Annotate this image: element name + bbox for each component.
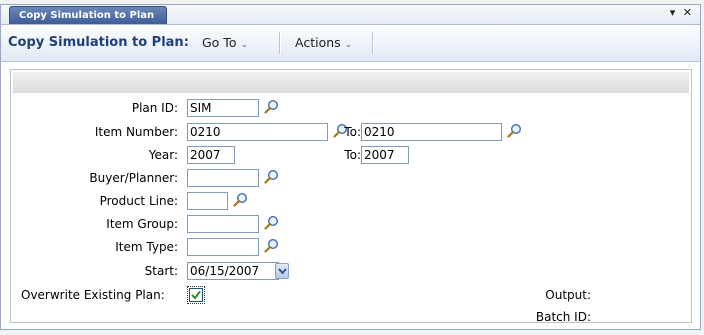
plan-id-label: Plan ID: [131,101,178,115]
year-to-field[interactable]: 2007 [361,146,409,164]
search-icon[interactable] [506,123,522,139]
output-label: Output: [545,288,591,302]
chevron-down-icon: ⌄ [344,40,353,50]
item-number-label: Item Number: [94,125,178,139]
item-type-field[interactable] [187,238,259,256]
product-line-field[interactable] [187,192,228,210]
product-line-label: Product Line: [99,194,178,208]
toolbar-separator [279,32,281,54]
plan-id-field[interactable]: SIM [187,99,259,117]
actions-menu-label: Actions [295,35,341,50]
checkmark-icon [191,290,201,300]
item-group-field[interactable] [187,215,259,233]
year-label: Year: [148,148,178,162]
window-menu-close-icon[interactable]: ▾ ✕ [670,6,694,19]
goto-menu[interactable]: Go To ⌄ [202,35,248,50]
window-controls[interactable]: ▾ ✕ [670,6,694,19]
buyer-planner-label: Buyer/Planner: [89,171,178,185]
chevron-down-icon [278,268,287,275]
goto-menu-label: Go To [202,35,237,50]
panel-header [13,72,689,93]
tab-bar: Copy Simulation to Plan ▾ ✕ [1,5,700,25]
start-date-field[interactable]: 06/15/2007 [187,262,279,280]
start-label: Start: [144,264,178,278]
buyer-planner-field[interactable] [187,169,259,187]
tab-copy-simulation[interactable]: Copy Simulation to Plan [9,6,167,24]
item-type-label: Item Type: [115,240,178,254]
search-icon[interactable] [232,192,248,208]
year-to-label: To: [344,148,361,162]
item-number-to-label: To: [344,125,361,139]
item-number-to-field[interactable]: 0210 [361,123,502,141]
overwrite-plan-checkbox[interactable] [189,288,203,302]
toolbar: Copy Simulation to Plan: Go To ⌄ Actions ⌄ [1,25,700,62]
page-title: Copy Simulation to Plan: [8,35,189,50]
overwrite-plan-label: Overwrite Existing Plan: [21,288,165,302]
item-number-field[interactable]: 0210 [187,123,328,141]
search-icon[interactable] [263,99,279,115]
year-field[interactable]: 2007 [187,146,235,164]
chevron-down-icon: ⌄ [240,40,249,50]
item-group-label: Item Group: [106,217,178,231]
actions-menu[interactable]: Actions ⌄ [295,35,352,50]
batch-id-label: Batch ID: [535,310,591,324]
toolbar-separator [372,32,374,54]
copy-simulation-window: Copy Simulation to Plan ▾ ✕ Copy Simulat… [0,4,701,330]
date-dropdown-button[interactable] [275,263,289,279]
tab-title: Copy Simulation to Plan [19,10,155,21]
search-icon[interactable] [263,169,279,185]
search-icon[interactable] [263,215,279,231]
search-icon[interactable] [263,238,279,254]
